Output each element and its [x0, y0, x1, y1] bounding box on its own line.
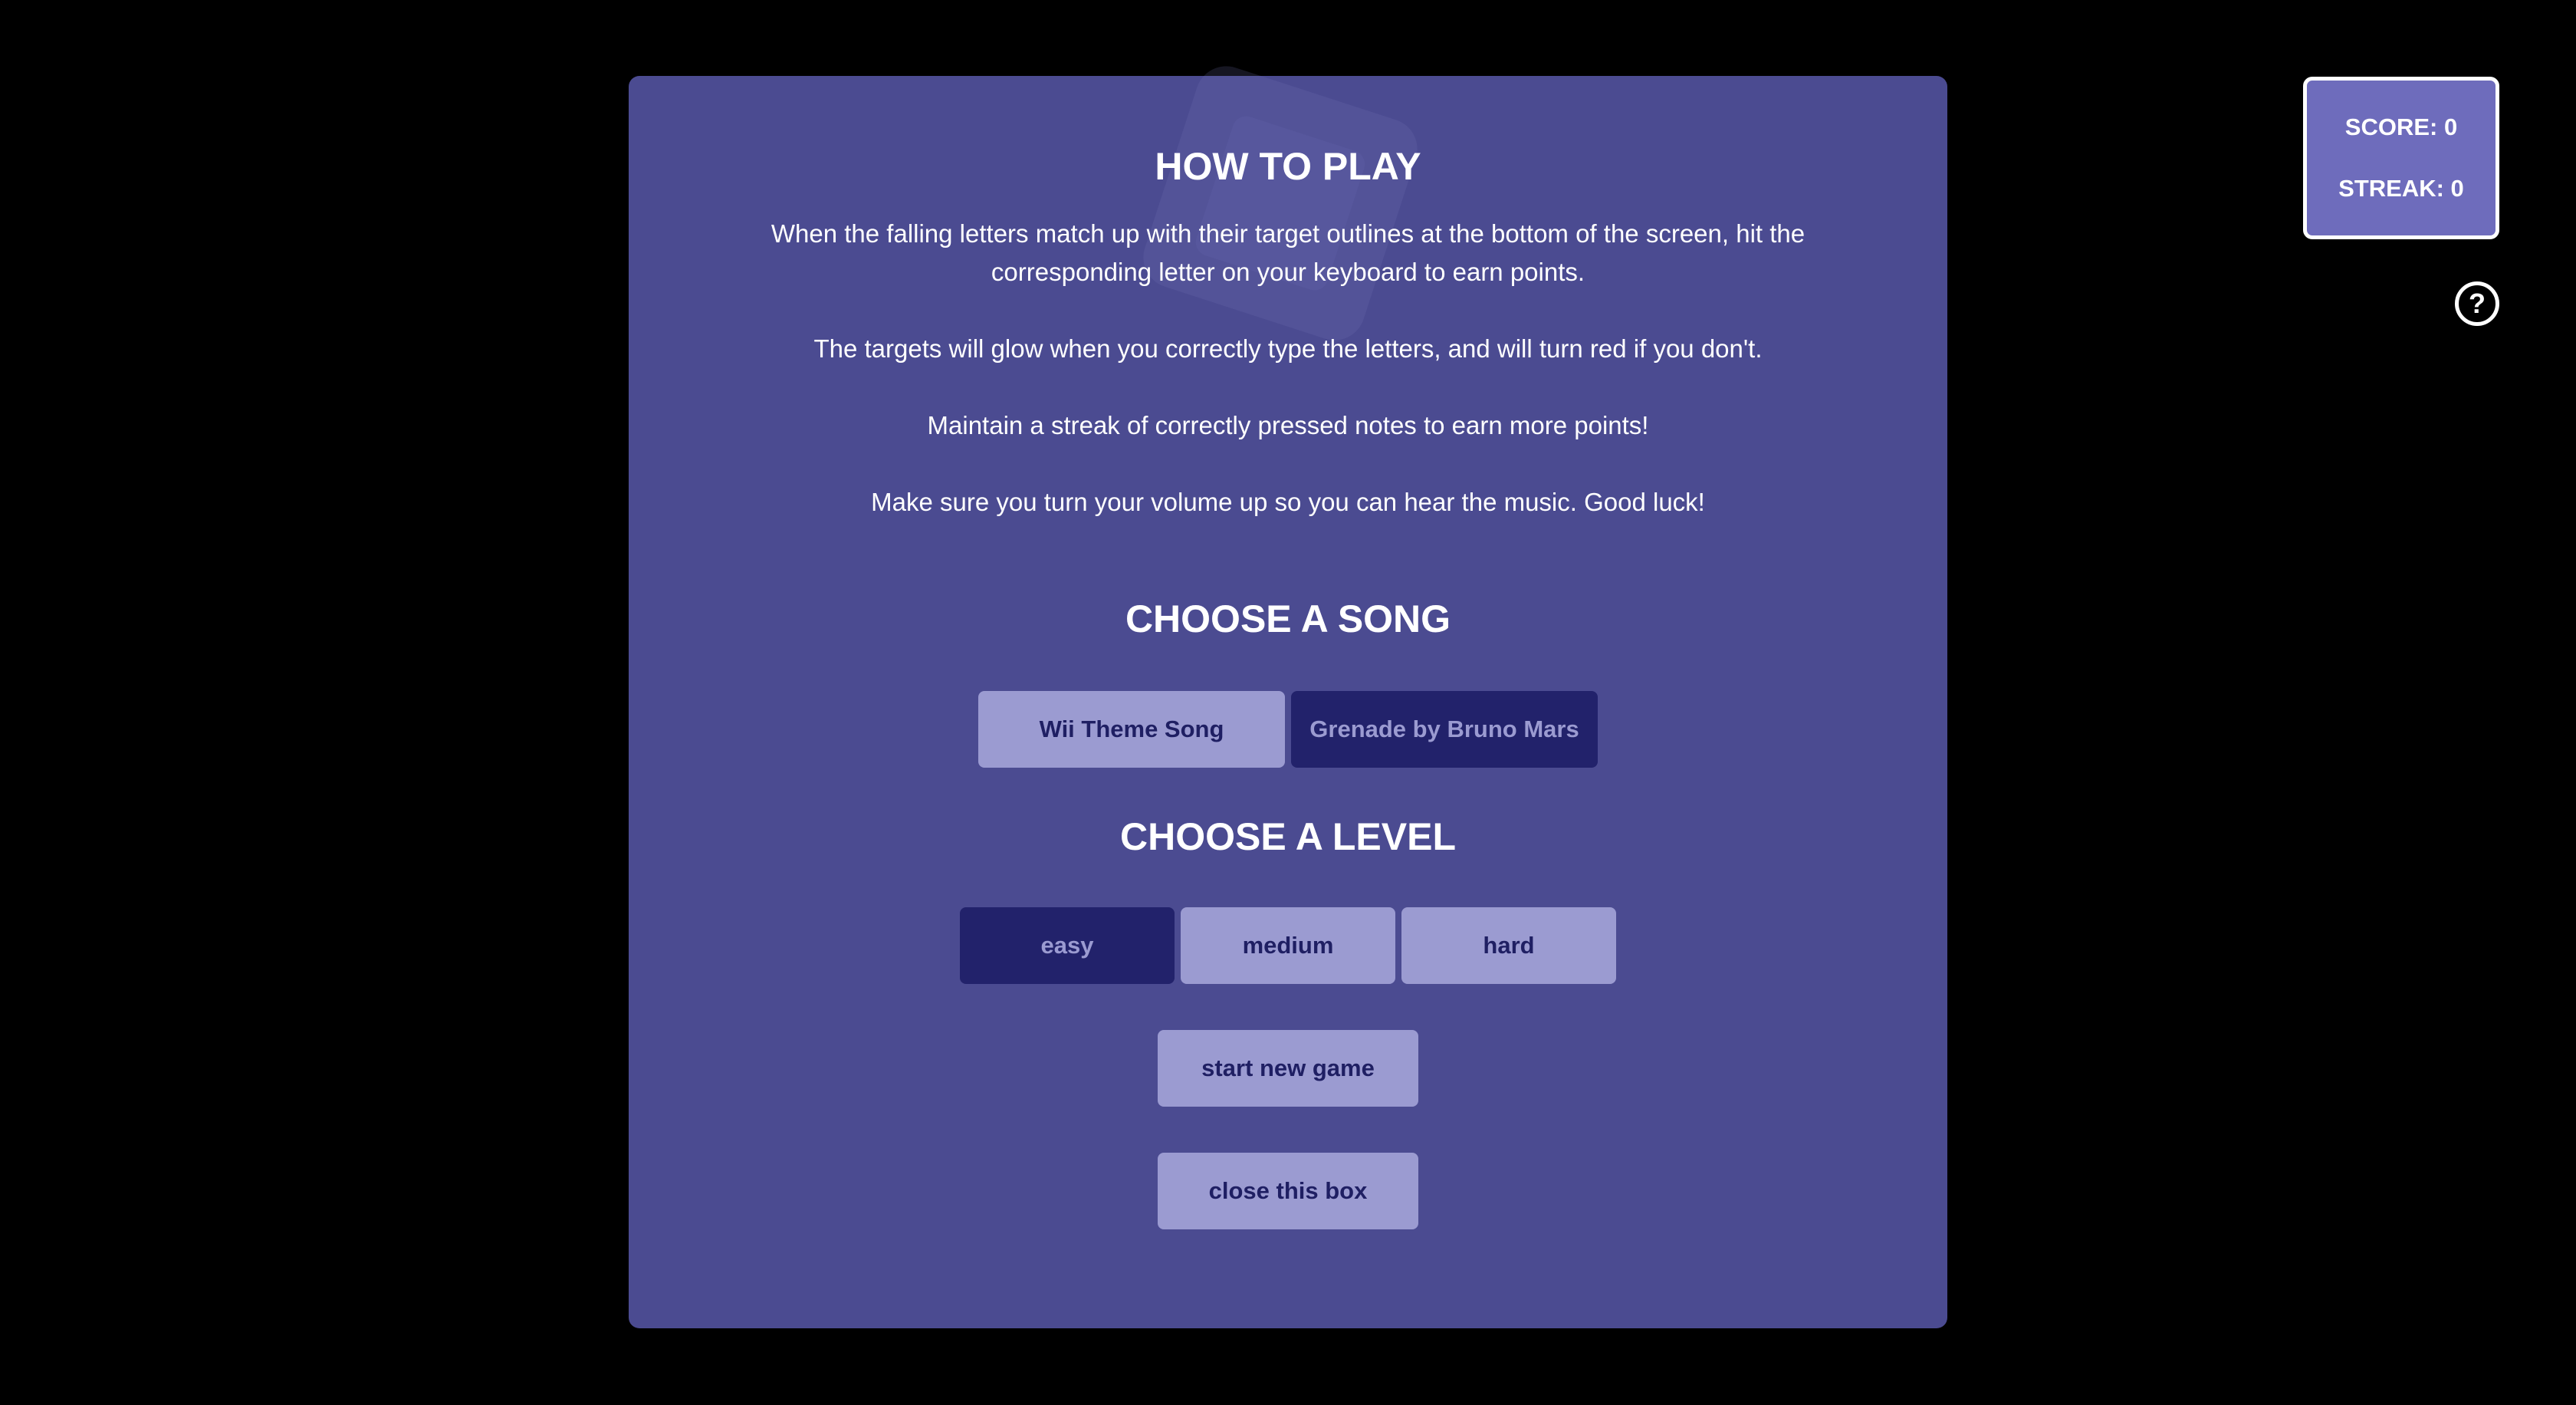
level-button-easy[interactable]: easy — [960, 907, 1175, 984]
how-to-play-title: HOW TO PLAY — [1155, 145, 1421, 188]
start-new-game-button[interactable]: start new game — [1158, 1030, 1418, 1107]
level-button-medium[interactable]: medium — [1181, 907, 1395, 984]
close-box-button[interactable]: close this box — [1158, 1153, 1418, 1229]
game-stage: SCORE: 0 STREAK: 0 ? HOW TO PLAY When th… — [0, 0, 2576, 1405]
instructions-paragraph-1: When the falling letters match up with t… — [770, 219, 1806, 286]
instructions-paragraph-4: Make sure you turn your volume up so you… — [871, 488, 1705, 516]
question-circle-icon[interactable]: ? — [2455, 281, 2499, 326]
choose-song-title: CHOOSE A SONG — [1125, 597, 1451, 640]
instructions-paragraph-2: The targets will glow when you correctly… — [813, 334, 1763, 363]
choose-level-title: CHOOSE A LEVEL — [1119, 815, 1456, 858]
song-button-wii-theme[interactable]: Wii Theme Song — [978, 691, 1285, 768]
instructions-paragraph-3: Maintain a streak of correctly pressed n… — [927, 411, 1649, 439]
song-button-grenade[interactable]: Grenade by Bruno Mars — [1291, 691, 1598, 768]
level-button-hard[interactable]: hard — [1401, 907, 1616, 984]
score-label: SCORE: 0 — [2344, 114, 2458, 140]
